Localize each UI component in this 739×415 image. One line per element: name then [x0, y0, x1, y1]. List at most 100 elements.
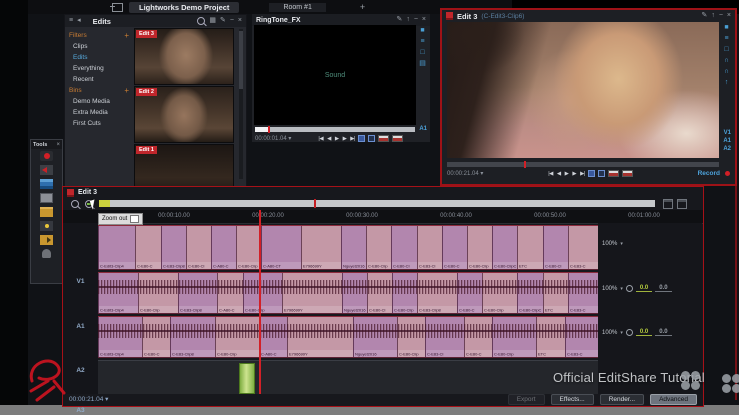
transport-button[interactable]: ◀ [327, 136, 331, 142]
timeline-clip[interactable]: C-E83-Cl [425, 317, 465, 357]
user-tool-icon[interactable] [42, 249, 51, 258]
mark-out-icon[interactable] [621, 170, 633, 177]
timeline-clip[interactable]: C-E80-C [441, 226, 468, 269]
exit-fullscreen-icon[interactable] [110, 2, 123, 12]
sidebar-item-demo-media[interactable]: Demo Media [65, 96, 133, 107]
timeline-clip[interactable]: C-E80-Clip [236, 226, 262, 269]
timeline-clip[interactable]: C-E83-C [567, 226, 598, 269]
add-icon[interactable]: + [124, 31, 129, 40]
transport-button[interactable]: |◀ [318, 136, 323, 142]
footer-button-export[interactable]: Export [507, 393, 545, 405]
zoom-out-icon[interactable] [71, 200, 79, 208]
track-label-v1[interactable]: V1 [63, 278, 98, 285]
mark-in-icon[interactable] [607, 170, 619, 177]
timeline-clip[interactable]: ETC [536, 317, 565, 357]
record-label[interactable]: Record [698, 170, 720, 177]
timeline-clip[interactable]: C-E83-C [567, 273, 598, 313]
share-icon[interactable]: ↑ [725, 79, 729, 87]
chevron-down-icon[interactable]: ▾ [620, 330, 623, 336]
timeline-clip[interactable]: C-A80-C [258, 317, 287, 357]
timeline-clip[interactable]: C-E80-CI [391, 226, 417, 269]
sidebar-item-extra-media[interactable]: Extra Media [65, 107, 133, 118]
source-timecode[interactable]: 00:00:01.04 [255, 136, 287, 142]
gain-value-a1[interactable]: 100% [602, 286, 617, 292]
add-icon[interactable]: + [124, 86, 129, 95]
timeline-clip[interactable]: C-E80-Cl [366, 273, 393, 313]
minimize-icon[interactable]: − [719, 11, 723, 21]
popout-icon[interactable]: ↑ [711, 11, 715, 21]
menu-icon[interactable]: ≡ [69, 16, 73, 26]
timeline-clip[interactable]: ETC [517, 226, 543, 269]
display-icon[interactable]: □ [420, 49, 424, 57]
timeline-clip[interactable]: C-A80-C [210, 226, 237, 269]
level-a2-right[interactable]: 0.0 [655, 329, 672, 336]
timeline-clip[interactable]: C-E80-Clip [214, 317, 259, 357]
back-icon[interactable]: ◂ [77, 16, 81, 26]
timeline-clip[interactable]: C-Edit3-Clip4 [98, 226, 136, 269]
list-icon[interactable]: ≡ [724, 35, 728, 43]
transport-button[interactable]: ▶| [350, 136, 355, 142]
edit-icon[interactable]: ✎ [701, 11, 707, 21]
mark-toggle-icon[interactable] [597, 170, 605, 177]
timeline-clip[interactable]: E796699Y [301, 226, 341, 269]
minimize-icon[interactable]: − [414, 15, 418, 25]
footer-button-effects[interactable]: Effects... [550, 393, 594, 405]
folder-icon[interactable]: ■ [420, 27, 424, 35]
tiles-tool-icon[interactable] [40, 179, 53, 189]
playhead-marker[interactable] [524, 161, 526, 168]
mark-out-icon[interactable] [391, 135, 403, 142]
transport-button[interactable]: ▶ [572, 171, 576, 177]
timeline-clip[interactable]: C-E80-Clip [242, 273, 283, 313]
chevron-down-icon[interactable]: ▾ [620, 241, 623, 247]
gain-value-a2[interactable]: 100% [602, 330, 617, 336]
sidebar-item-edits[interactable]: Edits [65, 52, 133, 63]
playhead-marker[interactable] [268, 126, 270, 133]
track-badge-a2[interactable]: A2 [723, 146, 731, 152]
gain-value-v1[interactable]: 100% [602, 241, 617, 247]
chevron-down-icon[interactable]: ▾ [105, 396, 108, 403]
mark-toggle-icon[interactable] [587, 170, 595, 177]
transport-button[interactable]: ▶ [335, 136, 339, 142]
source-video-area[interactable]: Sound [254, 25, 416, 125]
edit-icon[interactable]: ✎ [220, 16, 226, 26]
timeline-clip[interactable]: C-E83-Clip8 [177, 273, 218, 313]
timeline-clip[interactable]: C-E83-Clip8 [170, 317, 215, 357]
timeline-clip[interactable]: ETC [542, 273, 568, 313]
timeline-clip[interactable]: C-E80-C [457, 273, 483, 313]
sidebar-item-filters[interactable]: Filters + [65, 30, 133, 41]
timeline-clip[interactable]: E796699Y [282, 273, 342, 313]
timeline-clip[interactable]: C-E80-C [142, 317, 171, 357]
chevron-down-icon[interactable]: ▾ [620, 286, 623, 292]
timeline-clip[interactable]: C-E80-Clip [366, 226, 392, 269]
level-a1-left[interactable]: 0.0 [635, 285, 653, 292]
timeline-clip[interactable]: C-E80-C [135, 226, 161, 269]
list-icon[interactable]: ≡ [420, 38, 424, 46]
sidebar-item-everything[interactable]: Everything [65, 63, 133, 74]
timeline-clip[interactable]: E796699Y [286, 317, 353, 357]
timeline-clip[interactable]: C-E80-Cl [542, 226, 568, 269]
footer-button-advanced[interactable]: Advanced [650, 393, 697, 405]
chevron-down-icon[interactable]: ▾ [480, 171, 483, 177]
bins-scrollbar[interactable] [239, 29, 243, 179]
timeline-clip[interactable]: C-E80-Clip [482, 273, 518, 313]
close-icon[interactable]: × [727, 11, 731, 21]
program-video-area[interactable] [447, 22, 719, 158]
track-label-a1[interactable]: A1 [63, 323, 98, 330]
level-a2-left[interactable]: 0.0 [635, 329, 653, 336]
headphones-icon[interactable]: ∩ [724, 68, 729, 76]
sidebar-item-recent[interactable]: Recent [65, 74, 133, 85]
record-tool-icon[interactable] [40, 151, 53, 161]
grid-view-icon[interactable]: ▦ [209, 16, 216, 26]
mark-toggle-icon[interactable] [357, 135, 365, 142]
timeline-clip[interactable]: Nguyet2016 [341, 273, 367, 313]
export-folder-tool-icon[interactable] [40, 235, 53, 245]
timeline-settings-icon[interactable] [663, 199, 673, 209]
timeline-playhead[interactable] [259, 210, 261, 394]
transport-button[interactable]: ▶| [580, 171, 585, 177]
timeline-clip[interactable]: C-E83-Clip8 [417, 273, 458, 313]
track-badge-v1[interactable]: V1 [724, 130, 731, 136]
timeline-clip[interactable]: C-A80-CT [261, 226, 302, 269]
folder-icon[interactable]: ■ [724, 24, 728, 32]
loop-icon[interactable]: ∩ [724, 57, 729, 65]
project-title-button[interactable]: Lightworks Demo Project [129, 1, 240, 13]
